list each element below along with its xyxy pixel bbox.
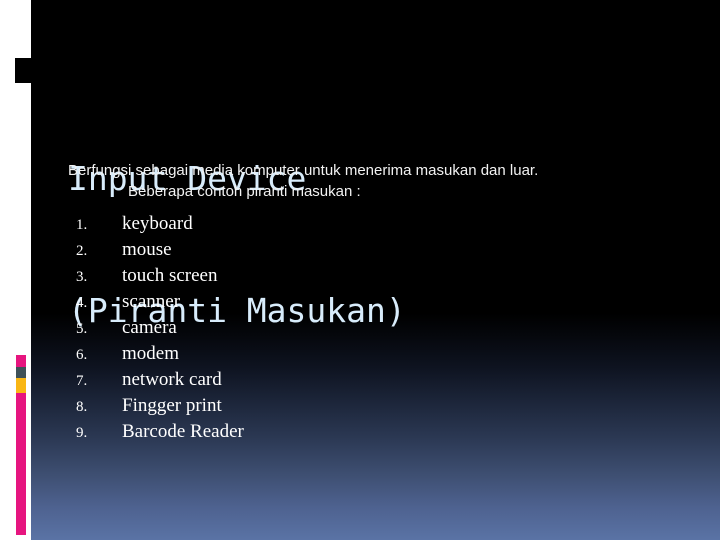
list-item: 9. Barcode Reader bbox=[68, 421, 488, 447]
list-item-label: mouse bbox=[122, 239, 172, 260]
body-text-line-2: Beberapa contoh piranti masukan : bbox=[128, 183, 361, 200]
list-item: 6. modem bbox=[68, 343, 488, 369]
color-segment-pink-top bbox=[16, 355, 26, 367]
color-segment-pink-long bbox=[16, 393, 26, 535]
list-item-label: camera bbox=[122, 317, 177, 338]
list-item-number: 3. bbox=[76, 269, 88, 285]
decorative-tab-block bbox=[15, 58, 31, 83]
slide-body-paragraph: Berfungsi sebagai media komputer untuk m… bbox=[68, 160, 683, 202]
list-item-number: 8. bbox=[76, 399, 88, 415]
slide-canvas: Input Device (Piranti Masukan) Berfungsi… bbox=[0, 0, 720, 540]
list-item-label: keyboard bbox=[122, 213, 193, 234]
list-item: 7. network card bbox=[68, 369, 488, 395]
list-item-label: modem bbox=[122, 343, 179, 364]
input-device-list: 1. keyboard 2. mouse 3. touch screen 4. … bbox=[68, 213, 488, 447]
list-item: 3. touch screen bbox=[68, 265, 488, 291]
list-item-number: 4. bbox=[76, 295, 88, 311]
list-item: 5. camera bbox=[68, 317, 488, 343]
list-item-label: Barcode Reader bbox=[122, 421, 244, 442]
body-text-line-1: Berfungsi sebagai media komputer untuk m… bbox=[68, 162, 539, 179]
list-item: 4. scanner bbox=[68, 291, 488, 317]
list-item-number: 5. bbox=[76, 321, 88, 337]
list-item-number: 2. bbox=[76, 243, 88, 259]
list-item-label: touch screen bbox=[122, 265, 218, 286]
list-item: 1. keyboard bbox=[68, 213, 488, 239]
list-item-label: network card bbox=[122, 369, 222, 390]
list-item: 8. Fingger print bbox=[68, 395, 488, 421]
list-item-number: 9. bbox=[76, 425, 88, 441]
list-item-number: 7. bbox=[76, 373, 88, 389]
list-item-label: scanner bbox=[122, 291, 181, 312]
list-item: 2. mouse bbox=[68, 239, 488, 265]
color-segment-amber bbox=[16, 378, 26, 393]
color-segment-slate bbox=[16, 367, 26, 378]
decorative-color-bar bbox=[16, 355, 26, 535]
list-item-number: 6. bbox=[76, 347, 88, 363]
list-item-label: Fingger print bbox=[122, 395, 222, 416]
list-item-number: 1. bbox=[76, 217, 88, 233]
